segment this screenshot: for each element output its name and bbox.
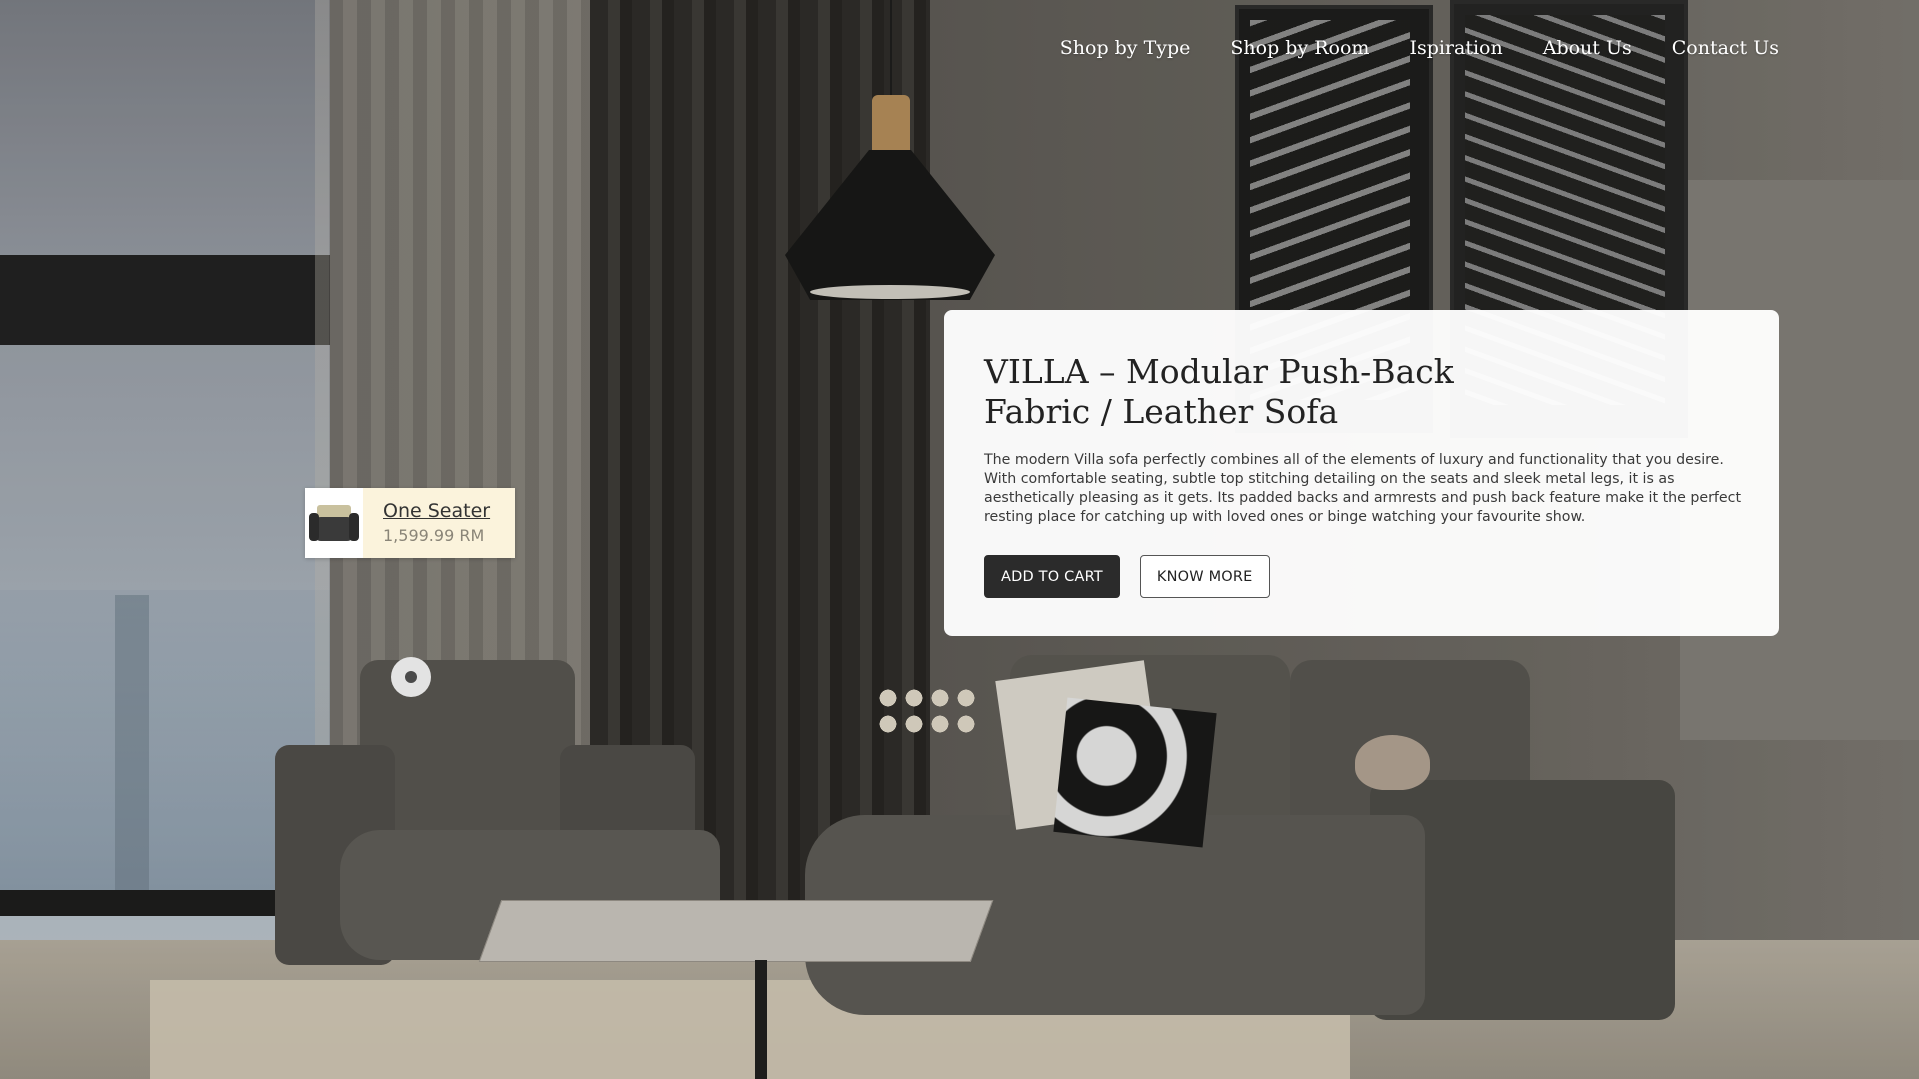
add-to-cart-button[interactable]: ADD TO CART [984, 555, 1120, 598]
product-title-line2: Fabric / Leather Sofa [984, 392, 1339, 431]
product-actions: ADD TO CART KNOW MORE [984, 555, 1739, 598]
hotspot-info: One Seater 1,599.99 RM [363, 499, 490, 547]
hotspot-marker[interactable] [391, 657, 431, 697]
hotspot-product-card[interactable]: One Seater 1,599.99 RM [305, 488, 515, 558]
product-description: The modern Villa sofa perfectly combines… [984, 452, 1742, 525]
nav-about-us[interactable]: About Us [1543, 37, 1632, 59]
know-more-button[interactable]: KNOW MORE [1139, 555, 1270, 598]
product-title: VILLA – Modular Push-Back Fabric / Leath… [984, 352, 1584, 432]
hotspot-product-price: 1,599.99 RM [383, 526, 485, 545]
nav-contact-us[interactable]: Contact Us [1672, 37, 1779, 59]
nav-shop-by-room[interactable]: Shop by Room [1230, 37, 1369, 59]
product-card: VILLA – Modular Push-Back Fabric / Leath… [944, 310, 1779, 636]
nav-shop-by-type[interactable]: Shop by Type [1060, 37, 1191, 59]
hotspot-marker-dot [405, 671, 417, 683]
product-title-line1: VILLA – Modular Push-Back [984, 352, 1454, 391]
main-navigation: Shop by Type Shop by Room Ispiration Abo… [1060, 37, 1779, 59]
hotspot-thumbnail [305, 488, 363, 558]
hotspot-product-name[interactable]: One Seater [383, 499, 490, 523]
nav-inspiration[interactable]: Ispiration [1409, 37, 1502, 59]
armchair-icon [309, 503, 359, 543]
